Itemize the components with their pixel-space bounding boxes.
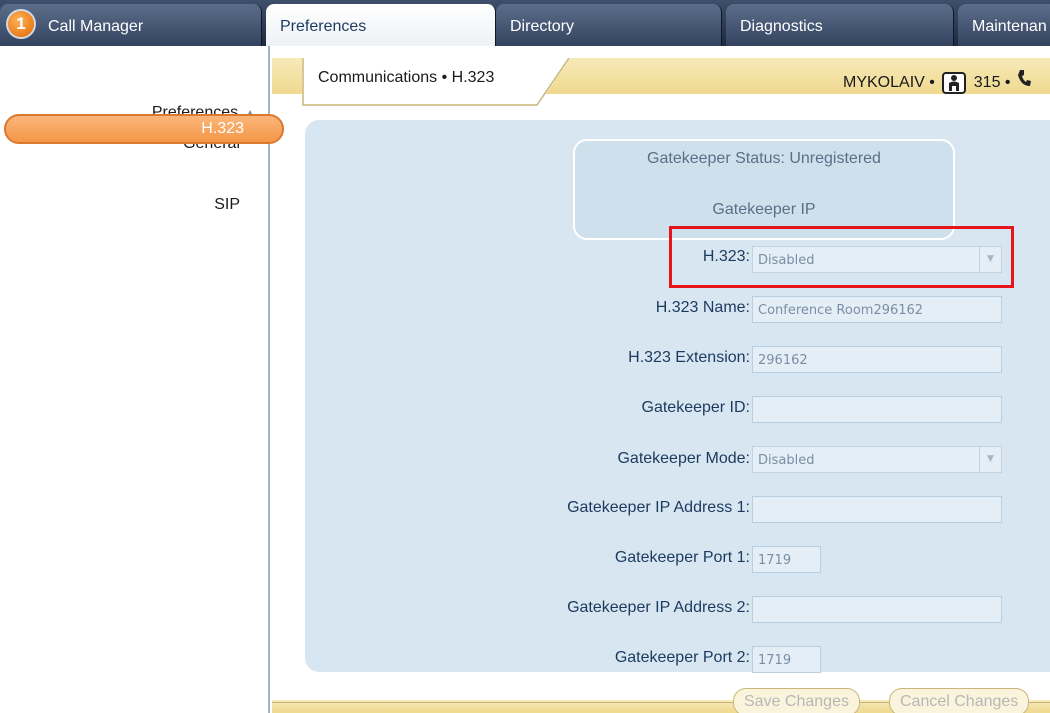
gatekeeper-port1-label: Gatekeeper Port 1: [614, 549, 750, 566]
sidebar: Preferences▲ General SIP [0, 46, 270, 713]
sidebar-item-sip[interactable]: SIP [214, 196, 240, 214]
gatekeeper-ip-label: Gatekeeper IP [712, 201, 816, 218]
breadcrumb: Communications • H.323 [318, 69, 495, 86]
sidebar-item-h323[interactable]: H.323 [4, 114, 284, 144]
room-count: 315 • [973, 74, 1011, 91]
h323-name-label: H.323 Name: [655, 299, 750, 316]
h323-extension-input[interactable]: 296162 [752, 346, 1002, 373]
gatekeeper-mode-value: Disabled [758, 453, 815, 468]
tab-maintenance[interactable]: Maintenan [958, 4, 1050, 46]
gatekeeper-id-input[interactable] [752, 396, 1002, 423]
gatekeeper-mode-label: Gatekeeper Mode: [617, 450, 750, 467]
gatekeeper-status: Gatekeeper Status: Unregistered [647, 150, 881, 167]
highlight-box [669, 226, 1014, 288]
tab-call-manager[interactable]: 1 Call Manager [0, 4, 262, 46]
tab-label: Preferences [280, 18, 367, 35]
location-info: MYKOLAIV • 315 • [843, 69, 1031, 94]
notification-badge: 1 [6, 9, 36, 39]
gatekeeper-ip1-input[interactable] [752, 496, 1002, 523]
h323-name-input[interactable]: Conference Room296162 [752, 296, 1002, 323]
gatekeeper-ip2-input[interactable] [752, 596, 1002, 623]
gatekeeper-status-box: Gatekeeper Status: Unregistered Gatekeep… [573, 139, 955, 240]
h323-extension-label: H.323 Extension: [628, 349, 750, 366]
gatekeeper-ip2-label: Gatekeeper IP Address 2: [567, 599, 750, 616]
location-name: MYKOLAIV • [843, 74, 935, 91]
tab-label: Maintenan [972, 18, 1047, 35]
save-changes-button[interactable]: Save Changes [733, 688, 860, 713]
cancel-changes-button[interactable]: Cancel Changes [889, 688, 1030, 713]
phone-icon [1017, 69, 1031, 92]
gatekeeper-port1-input[interactable]: 1719 [752, 546, 821, 573]
tab-label: Call Manager [48, 18, 144, 35]
tab-preferences[interactable]: Preferences [266, 4, 496, 46]
tab-diagnostics[interactable]: Diagnostics [726, 4, 954, 46]
tab-label: Diagnostics [740, 18, 823, 35]
gatekeeper-mode-select[interactable]: Disabled ▼ [752, 446, 1002, 473]
top-tab-bar: 1 Call Manager Preferences Directory Dia… [0, 0, 1050, 46]
gatekeeper-ip1-label: Gatekeeper IP Address 1: [567, 499, 750, 516]
person-icon [942, 72, 967, 94]
tab-label: Directory [510, 18, 575, 35]
gatekeeper-port2-input[interactable]: 1719 [752, 646, 821, 673]
gatekeeper-port2-label: Gatekeeper Port 2: [614, 649, 750, 666]
tab-directory[interactable]: Directory [496, 4, 722, 46]
gatekeeper-id-label: Gatekeeper ID: [641, 399, 751, 416]
chevron-down-icon: ▼ [979, 447, 1001, 472]
